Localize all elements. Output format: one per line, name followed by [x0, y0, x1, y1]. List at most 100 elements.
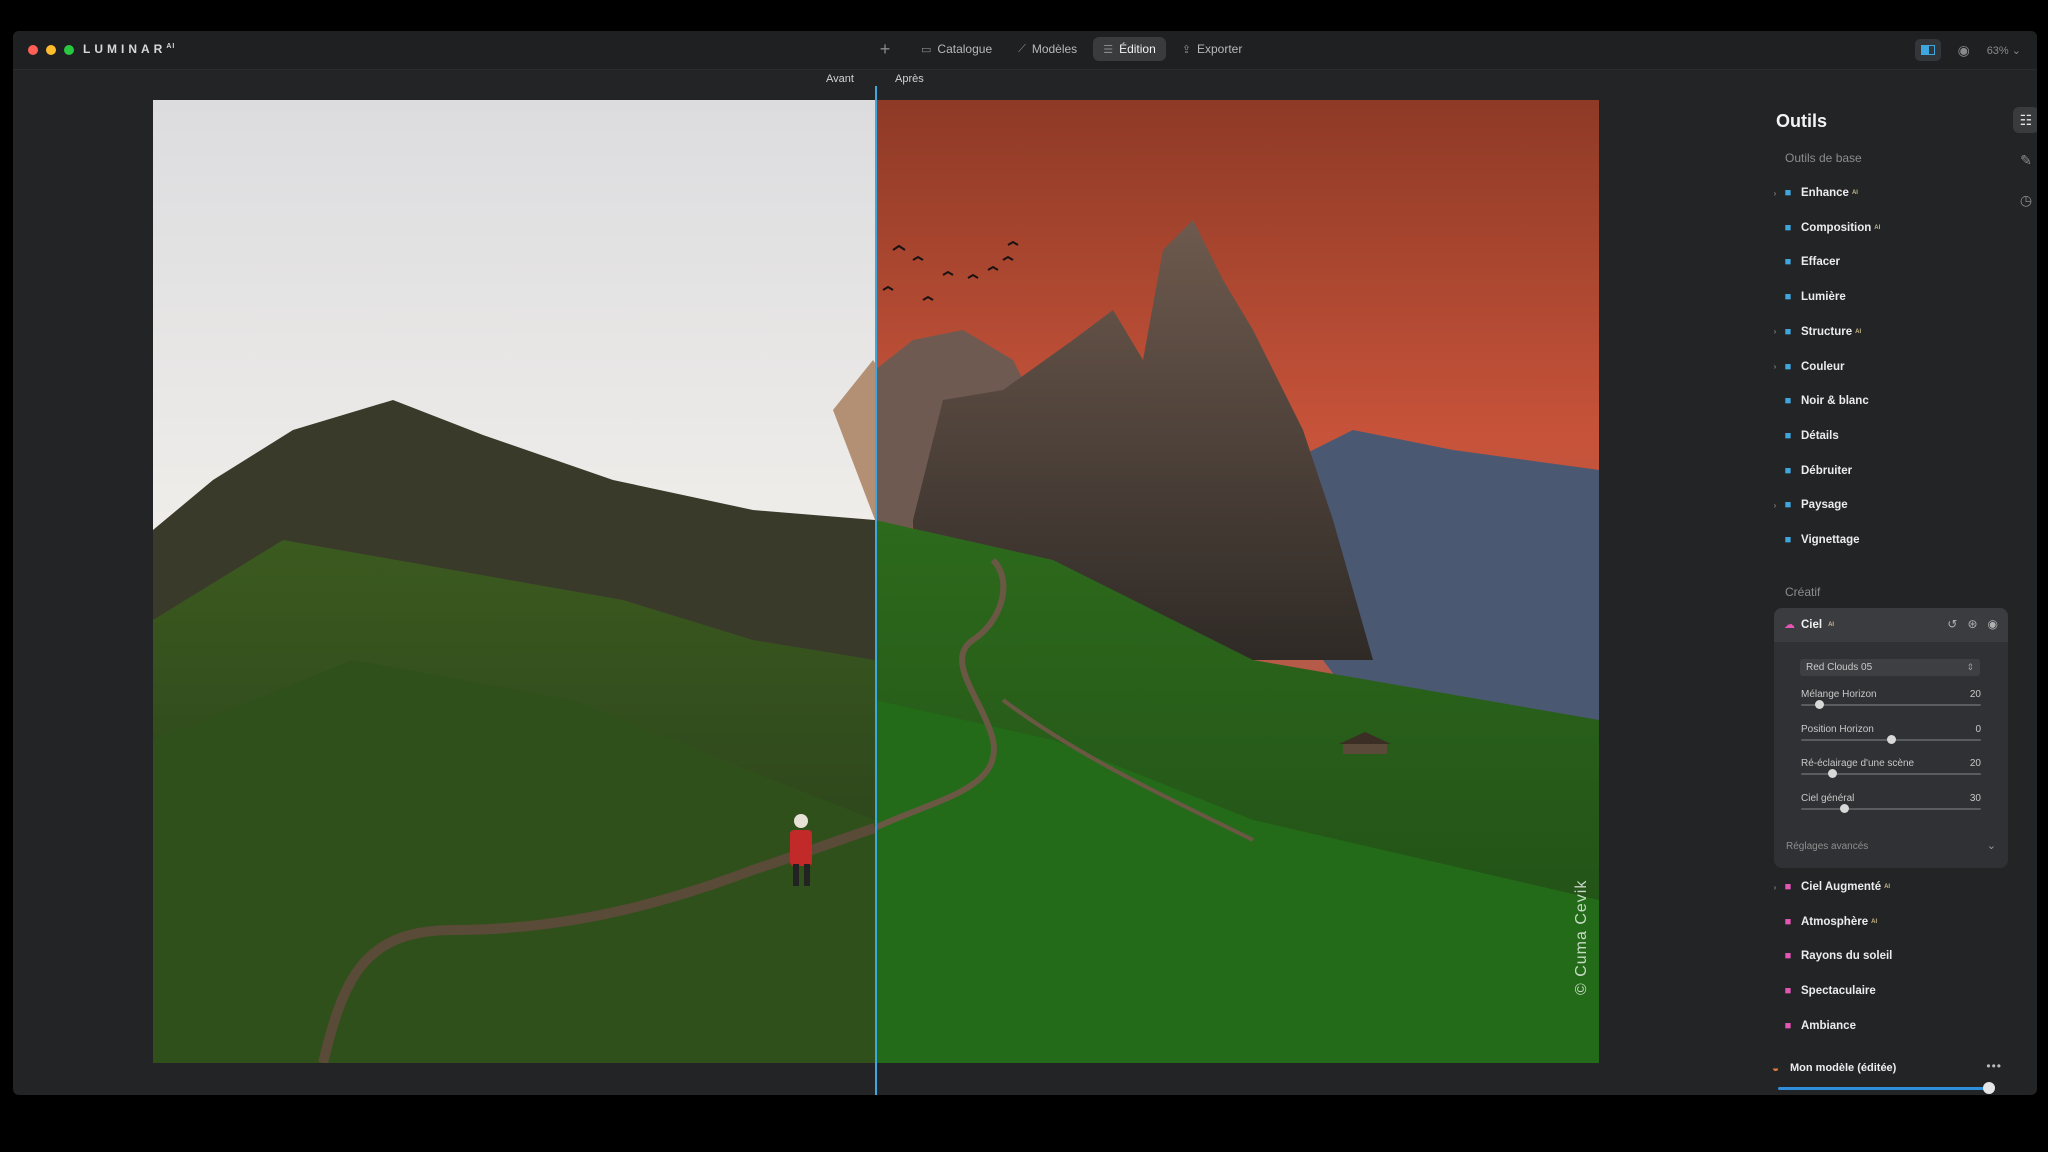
sliders-icon: ☰ — [1103, 43, 1114, 56]
advanced-settings[interactable]: Réglages avancés — [1786, 841, 1868, 852]
expand-chevron-icon: › — [1773, 188, 1777, 198]
slider-label: Position Horizon — [1801, 723, 1874, 735]
tool-bolt[interactable]: ■ Spectaculaire — [1772, 981, 1876, 1001]
preset-amount-track[interactable] — [1778, 1087, 1990, 1090]
enhance-icon: ■ — [1784, 187, 1792, 199]
tool-structure[interactable]: › ■ Structure AI — [1772, 322, 1861, 342]
add-photos-button[interactable]: + — [873, 37, 897, 61]
undo-icon[interactable]: ↺ — [1947, 617, 1957, 631]
eye-icon[interactable]: ◉ — [1955, 41, 1973, 59]
details-icon: ■ — [1784, 429, 1792, 442]
tool-mood[interactable]: ■ Ambiance — [1772, 1016, 1856, 1036]
tool-eraser[interactable]: ■ Effacer — [1772, 252, 1840, 272]
slider-knob[interactable] — [1887, 734, 1896, 744]
denoise-icon: ■ — [1784, 464, 1792, 477]
tool-label: Rayons du soleil — [1801, 950, 1893, 963]
slider-track[interactable] — [1801, 700, 1981, 709]
cloud-icon: ☁ — [1784, 619, 1795, 631]
history-icon[interactable]: ◷ — [2013, 187, 2037, 213]
tool-vignette[interactable]: ■ Vignettage — [1772, 530, 1860, 550]
slider-track[interactable] — [1801, 734, 1981, 744]
share-icon: ⇪ — [1181, 43, 1191, 56]
close-window-button[interactable] — [28, 45, 38, 55]
maximize-window-button[interactable] — [64, 45, 74, 55]
section-basic-tools: Outils de base — [1785, 151, 1862, 165]
slider-track[interactable] — [1801, 769, 1981, 779]
preset-icon: ◒ — [1772, 1061, 1780, 1075]
compare-toggle-button[interactable] — [1914, 39, 1941, 61]
tool-label: Composition — [1801, 221, 1872, 234]
tool-label: Effacer — [1801, 256, 1840, 269]
tool-sun[interactable]: ■ Lumière — [1772, 287, 1846, 307]
preset-amount-knob[interactable] — [1983, 1082, 1995, 1094]
sky-select[interactable]: Red Clouds 05 ⇕ — [1800, 659, 1980, 676]
mask-icon[interactable]: ⊛ — [1967, 617, 1977, 631]
slider-knob[interactable] — [1840, 804, 1850, 814]
tool-denoise[interactable]: ■ Débruiter — [1772, 461, 1852, 481]
slider-label: Mélange Horizon — [1801, 689, 1877, 700]
preset-label: Mon modèle (éditée) — [1790, 1062, 1897, 1074]
slider-label: Ré-éclairage d'une scène — [1801, 758, 1915, 770]
slider-track[interactable] — [1801, 804, 1981, 814]
main-nav: + ▭ Catalogue ⟋ Modèles ☰ Édition ⇪ Expo… — [873, 37, 1252, 61]
sun-icon: ■ — [1784, 291, 1792, 304]
tool-bw[interactable]: ■ Noir & blanc — [1772, 391, 1869, 411]
tool-label: Ambiance — [1801, 1019, 1856, 1032]
brush-icon[interactable]: ✎ — [2013, 147, 2037, 173]
title-bar: LUMINARAI + ▭ Catalogue ⟋ Modèles ☰ Édit… — [13, 31, 2037, 70]
sky-slider[interactable]: Ré-éclairage d'une scène 20 — [1801, 758, 1981, 779]
sky-slider[interactable]: Position Horizon 0 — [1801, 723, 1981, 744]
templates-icon: ⟋ — [1018, 42, 1026, 55]
landscape-icon: ■ — [1784, 499, 1792, 512]
atmosphere-icon: ■ — [1784, 915, 1792, 928]
chevron-down-icon[interactable]: ⌄ — [1987, 839, 1996, 852]
chevron-updown-icon: ⇕ — [1966, 662, 1974, 672]
bw-icon: ■ — [1784, 395, 1792, 408]
tool-sunrays[interactable]: ■ Rayons du soleil — [1772, 946, 1893, 966]
section-creative: Créatif — [1785, 585, 1821, 599]
sky-slider[interactable]: Ciel général 30 — [1801, 793, 1981, 814]
after-label: Après — [895, 73, 924, 85]
slider-value: 0 — [1975, 723, 1981, 735]
tab-edit[interactable]: ☰ Édition — [1093, 37, 1166, 61]
view-controls: ◉ 63% ⌄ — [1914, 39, 2021, 61]
before-after-divider[interactable] — [875, 86, 877, 1095]
tool-label: Noir & blanc — [1801, 395, 1869, 408]
zoom-level[interactable]: 63% ⌄ — [1987, 44, 2021, 57]
expand-chevron-icon: › — [1773, 327, 1777, 337]
tab-export[interactable]: ⇪ Exporter — [1172, 37, 1253, 61]
tool-label: Débruiter — [1801, 464, 1853, 477]
tool-label: Enhance — [1801, 187, 1849, 199]
tool-label: Structure — [1801, 325, 1853, 338]
folder-icon: ▭ — [921, 43, 932, 56]
sky-tool-header[interactable]: ☁ Ciel AI ↺ ⊛ ◉ — [1774, 608, 2008, 642]
compare-icon — [1920, 45, 1928, 55]
tools-sliders-icon[interactable]: ☷ — [2013, 107, 2037, 133]
preset-bar: ◒ Mon modèle (éditée) ••• — [1772, 1051, 2002, 1094]
crop-icon: ■ — [1784, 221, 1792, 234]
tool-atmosphere[interactable]: ■ Atmosphère AI — [1772, 912, 1877, 932]
visibility-toggle-icon[interactable]: ◉ — [1988, 617, 1998, 631]
tool-landscape[interactable]: › ■ Paysage — [1772, 495, 1848, 515]
sky-slider[interactable]: Mélange Horizon 20 — [1801, 689, 1981, 709]
panel-title: Outils — [1776, 111, 1828, 131]
sky-tool-card: ☁ Ciel AI ↺ ⊛ ◉ Red Clouds 05 ⇕ Mélange H… — [1774, 608, 2008, 868]
app-window: LUMINARAI + ▭ Catalogue ⟋ Modèles ☰ Édit… — [13, 31, 2037, 1095]
tool-label: Ciel Augmenté — [1801, 881, 1882, 893]
before-label: Avant — [826, 73, 854, 85]
tool-color[interactable]: › ■ Couleur — [1772, 357, 1845, 377]
tool-label: Vignettage — [1801, 534, 1860, 546]
slider-knob[interactable] — [1815, 700, 1824, 709]
tool-details[interactable]: ■ Détails — [1772, 426, 1839, 446]
tool-cloud[interactable]: › ■ Ciel Augmenté AI — [1772, 877, 1890, 897]
expand-chevron-icon: › — [1773, 362, 1777, 371]
more-icon[interactable]: ••• — [1986, 1059, 2002, 1073]
window-controls — [28, 45, 74, 55]
tab-templates[interactable]: ⟋ Modèles — [1008, 37, 1087, 61]
eraser-icon: ■ — [1784, 256, 1792, 269]
tool-enhance[interactable]: › ■ Enhance AI — [1772, 183, 1858, 203]
minimize-window-button[interactable] — [46, 45, 56, 55]
tab-catalogue[interactable]: ▭ Catalogue — [911, 37, 1002, 61]
slider-knob[interactable] — [1827, 769, 1837, 779]
tool-crop[interactable]: ■ Composition AI — [1772, 218, 1881, 238]
